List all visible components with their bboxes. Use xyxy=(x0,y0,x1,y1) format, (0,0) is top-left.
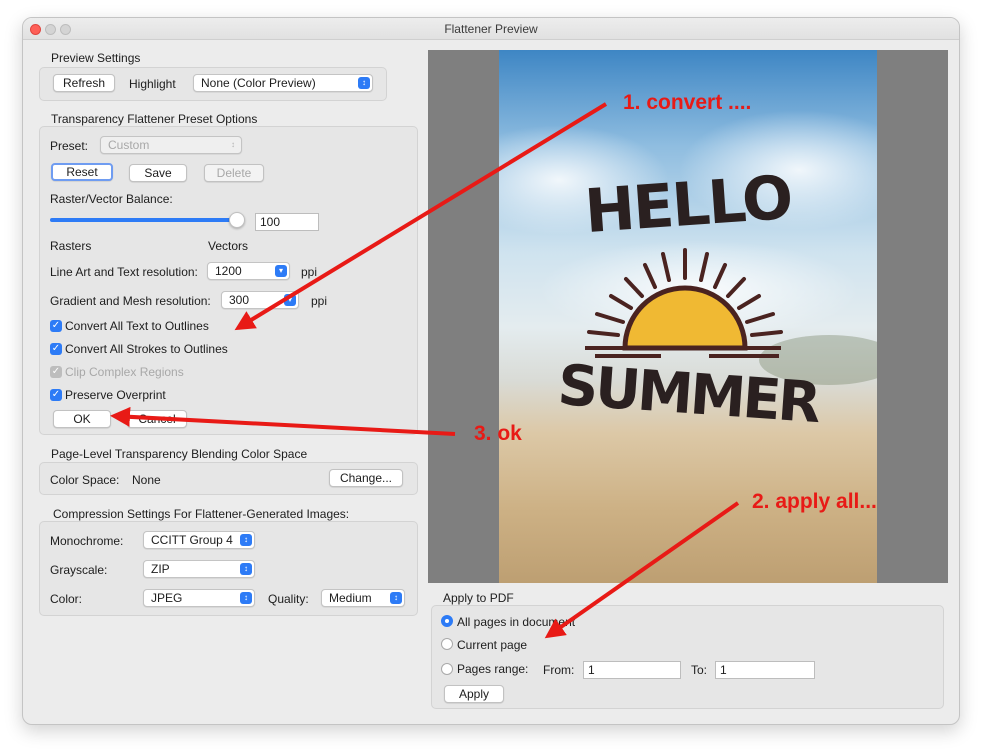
annotation-overlay xyxy=(110,102,740,639)
annotation-apply-all: 2. apply all... xyxy=(752,490,877,513)
annotation-convert: 1. convert .... xyxy=(623,91,752,114)
arrow-to-ok-button xyxy=(110,406,456,436)
annotation-ok: 3. ok xyxy=(474,422,522,445)
arrow-to-apply-pages xyxy=(544,501,740,639)
arrow-to-convert-options xyxy=(234,102,608,331)
